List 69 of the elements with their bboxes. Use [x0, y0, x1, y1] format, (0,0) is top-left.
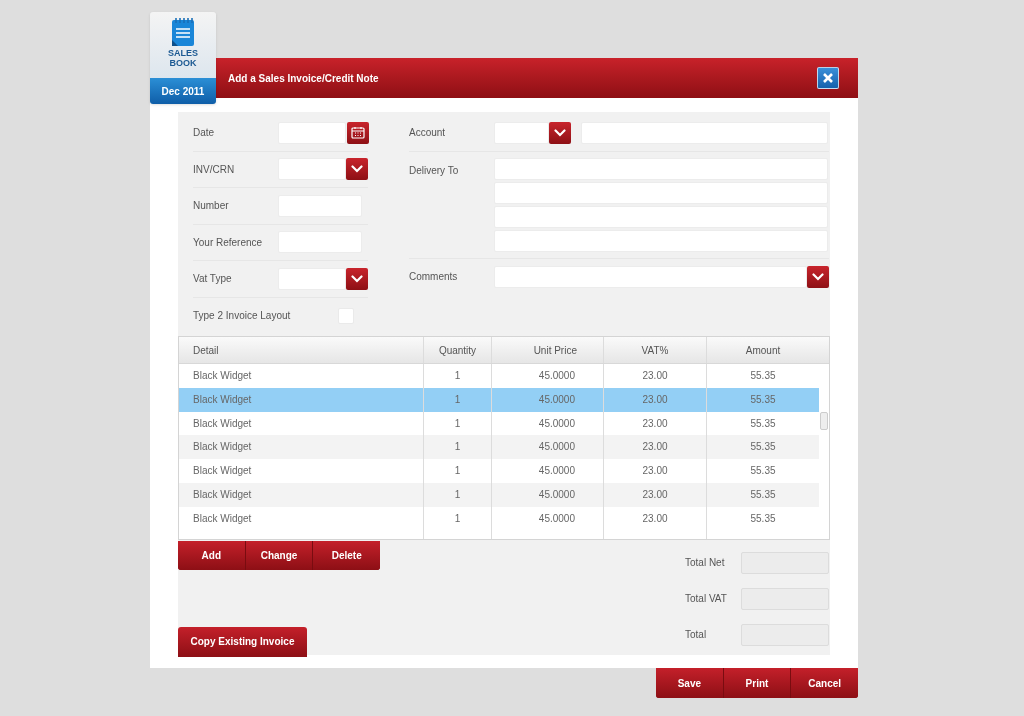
dropdown-field[interactable]	[494, 121, 549, 144]
table-cell: 45.0000	[491, 364, 603, 388]
footer-button[interactable]: Cancel	[790, 668, 858, 698]
table-row[interactable]: Black Widget 1 45.0000 23.00 55.35	[179, 387, 819, 412]
table-action-button[interactable]: Delete	[312, 540, 380, 570]
table-cell-text: Black Widget	[192, 511, 253, 526]
calendar-button[interactable]	[347, 121, 369, 144]
window-title: Add a Sales Invoice/Credit Note	[228, 71, 379, 86]
close-icon	[822, 72, 834, 84]
table-cell: 23.00	[603, 459, 706, 483]
dropdown-field[interactable]	[493, 265, 807, 288]
table-cell: 1	[423, 364, 491, 388]
total-field[interactable]	[741, 587, 829, 610]
chevron-down-icon	[812, 272, 824, 281]
chevron-down-icon	[351, 274, 363, 283]
table-cell-text: Black Widget	[192, 369, 253, 383]
table-cell: 45.0000	[491, 387, 603, 412]
field-label: Type 2 Invoice Layout	[193, 309, 291, 324]
table-cell-text: Black Widget	[192, 488, 253, 502]
table-cell: 1	[423, 506, 491, 531]
table-row[interactable]: Black Widget 1 45.0000 23.00 55.35	[179, 483, 819, 507]
total-label: Total Net	[685, 556, 726, 571]
total-label: Total VAT	[685, 592, 728, 607]
total-label: Total	[685, 628, 708, 643]
close-button[interactable]	[817, 67, 839, 89]
field-label: INV/CRN	[193, 162, 236, 177]
table-cell: 23.00	[603, 387, 706, 412]
field-label: Your Reference	[193, 235, 264, 250]
badge-title: SALES BOOK	[167, 48, 199, 68]
copy-invoice-button[interactable]: Copy Existing Invoice	[178, 626, 307, 657]
table-cell-text: Black Widget	[192, 416, 253, 431]
field-label: Account	[409, 126, 447, 141]
table-cell-text: Black Widget	[192, 464, 253, 479]
badge-period: Dec 2011	[150, 78, 216, 104]
chevron-down-icon	[554, 128, 566, 137]
field-label: Number	[193, 199, 230, 214]
notepad-icon	[169, 17, 197, 47]
table-cell: 1	[423, 387, 491, 412]
dropdown-button[interactable]	[807, 265, 829, 288]
table-cell: 1	[423, 483, 491, 507]
table-cell-text: Black Widget	[192, 392, 253, 407]
total-field[interactable]	[741, 623, 829, 646]
dropdown-button[interactable]	[346, 267, 368, 290]
column-header[interactable]: Amount	[706, 337, 819, 363]
table-cell: 45.0000	[491, 483, 603, 507]
field-label: Date	[193, 126, 216, 141]
chevron-down-icon	[351, 165, 363, 174]
calendar-icon	[351, 126, 365, 140]
dropdown-field[interactable]	[278, 267, 346, 290]
column-header[interactable]: Detail	[179, 337, 423, 363]
dropdown-button[interactable]	[346, 158, 368, 181]
table-row[interactable]: Black Widget 1 45.0000 23.00 55.35	[179, 435, 819, 460]
table-cell: 23.00	[603, 364, 706, 388]
column-header[interactable]: VAT%	[603, 337, 706, 363]
dropdown-button[interactable]	[549, 121, 571, 144]
total-field[interactable]	[741, 551, 829, 574]
field-label: Delivery To	[409, 163, 460, 178]
table-cell: 45.0000	[491, 459, 603, 483]
table-cell: 1	[423, 459, 491, 483]
column-header[interactable]: Quantity	[423, 337, 491, 363]
dropdown-field[interactable]	[278, 158, 346, 181]
field-label: Vat Type	[193, 272, 233, 287]
column-header[interactable]: Unit Price	[491, 337, 603, 363]
table-cell: 23.00	[603, 483, 706, 507]
field-label: Comments	[409, 270, 459, 284]
date-field[interactable]	[278, 121, 346, 144]
table-cell: 23.00	[603, 506, 706, 531]
table-cell-text: Black Widget	[192, 440, 253, 455]
table-cell: 45.0000	[491, 506, 603, 531]
